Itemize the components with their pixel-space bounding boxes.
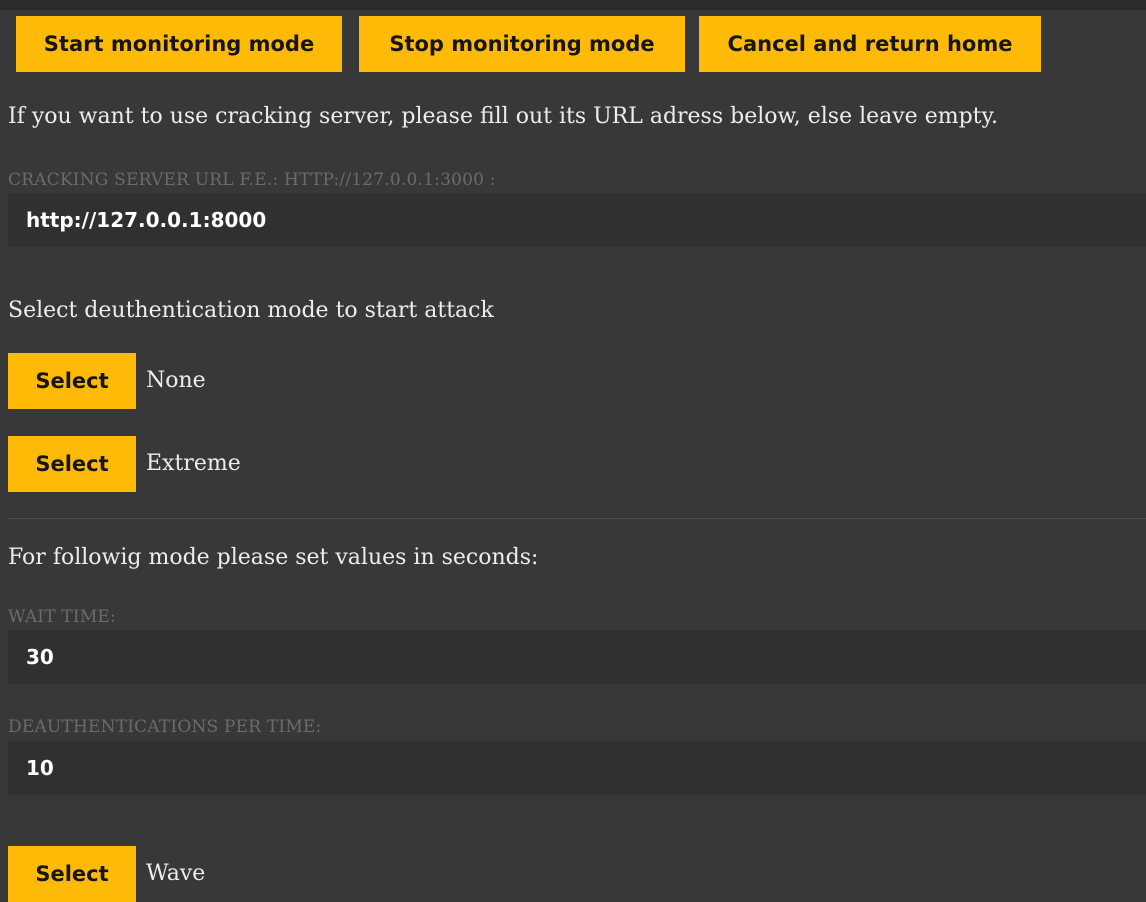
cancel-return-home-button[interactable]: Cancel and return home <box>699 16 1041 72</box>
deauth-per-time-input[interactable]: 10 <box>8 741 1146 795</box>
mode-wave-label: Wave <box>146 861 206 886</box>
start-monitoring-button[interactable]: Start monitoring mode <box>16 16 342 72</box>
mode-extreme-label: Extreme <box>146 451 241 476</box>
section-divider <box>8 518 1146 519</box>
deauth-heading: Select deuthentication mode to start att… <box>8 298 494 323</box>
server-intro-text: If you want to use cracking server, plea… <box>8 104 998 129</box>
wait-time-input[interactable]: 30 <box>8 630 1146 684</box>
select-extreme-button[interactable]: Select <box>8 436 136 492</box>
wait-time-label: WAIT TIME: <box>8 607 116 627</box>
select-none-button[interactable]: Select <box>8 353 136 409</box>
stop-monitoring-button[interactable]: Stop monitoring mode <box>359 16 685 72</box>
timing-intro-text: For followig mode please set values in s… <box>8 545 539 570</box>
server-url-label: CRACKING SERVER URL F.E.: HTTP://127.0.0… <box>8 170 496 190</box>
select-wave-button[interactable]: Select <box>8 846 136 902</box>
server-url-input[interactable]: http://127.0.0.1:8000 <box>8 193 1146 247</box>
mode-none-label: None <box>146 368 206 393</box>
deauth-per-time-label: DEAUTHENTICATIONS PER TIME: <box>8 717 322 737</box>
top-strip <box>0 0 1146 10</box>
